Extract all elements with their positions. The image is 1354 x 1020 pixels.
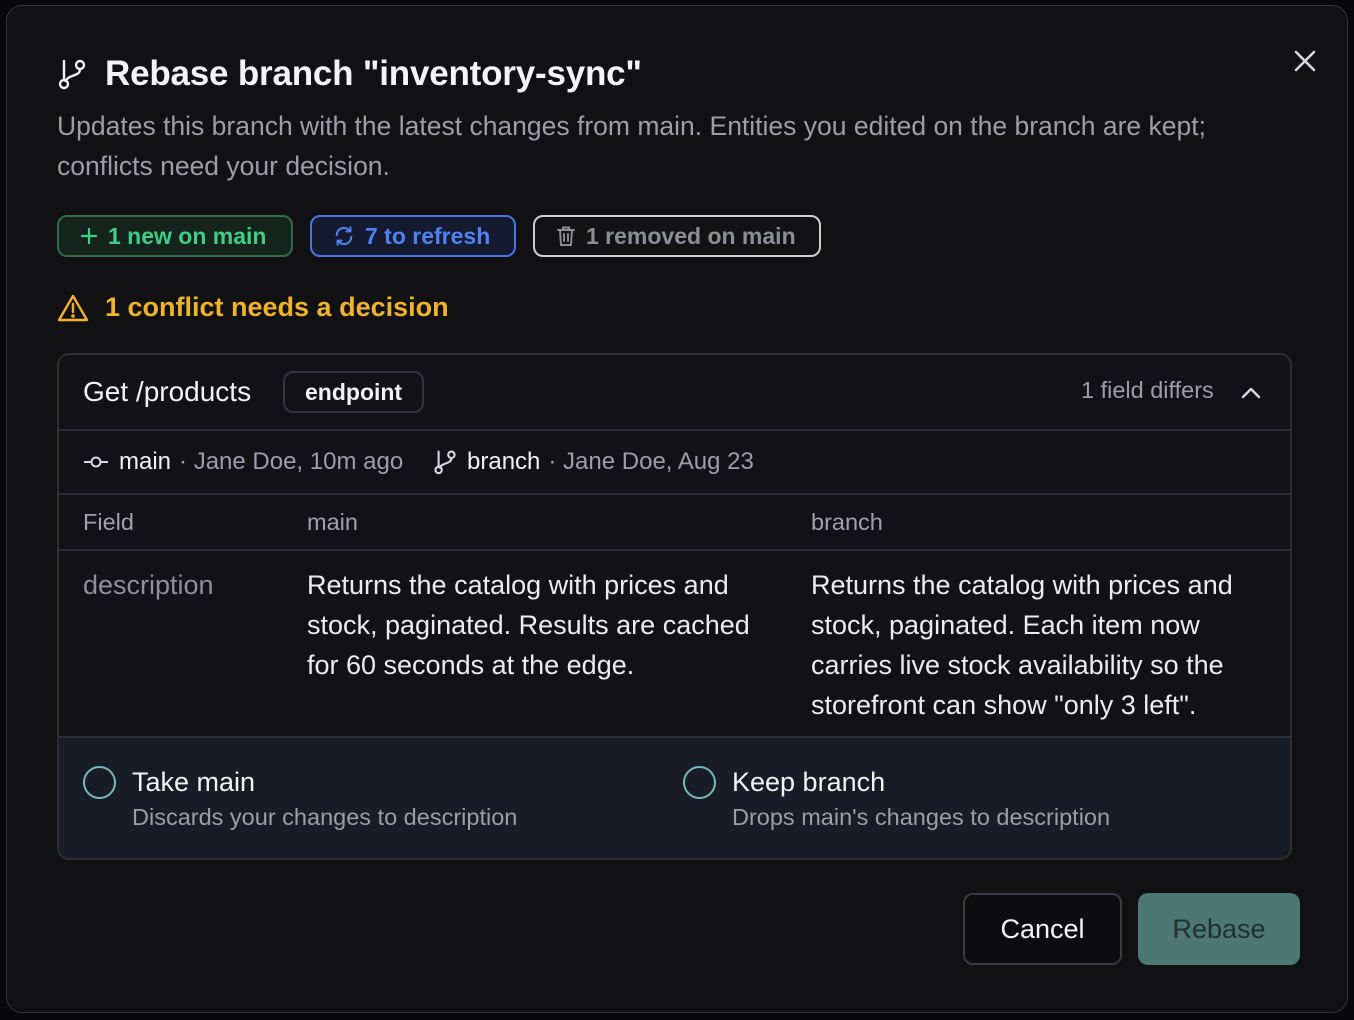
branch-meta: branch · Jane Doe, Aug 23 (433, 448, 754, 476)
keep-branch-radio[interactable] (683, 766, 716, 799)
take-main-description: Discards your changes to description (132, 804, 518, 830)
warning-icon (57, 294, 89, 321)
conflict-card: Get /products endpoint 1 field differs m… (57, 353, 1292, 860)
conflict-warning: 1 conflict needs a decision (57, 292, 449, 323)
diff-main-value: Returns the catalog with prices and stoc… (307, 570, 750, 680)
diff-field-name: description (83, 570, 214, 600)
trash-icon (557, 226, 575, 246)
git-branch-icon (434, 450, 456, 475)
main-meta-author: · Jane Doe, 10m ago (179, 448, 404, 475)
entity-name: Get /products (83, 376, 252, 407)
to-refresh-chip[interactable]: 7 to refresh (310, 215, 516, 257)
close-button[interactable] (1286, 42, 1324, 80)
main-meta: main · Jane Doe, 10m ago (83, 448, 403, 476)
table-header-row: Field main branch (59, 495, 1290, 551)
entity-type-badge: endpoint (283, 371, 425, 413)
dialog-subtitle: Updates this branch with the latest chan… (57, 111, 1206, 181)
take-main-option[interactable]: Take main Discards your changes to descr… (83, 764, 517, 831)
collapse-button[interactable] (1234, 377, 1268, 409)
version-meta-row: main · Jane Doe, 10m ago branch · Jane D… (59, 431, 1290, 495)
branch-meta-label: branch (467, 448, 541, 475)
dialog-header: Rebase branch "inventory-sync" (57, 52, 642, 96)
cancel-button[interactable]: Cancel (963, 893, 1122, 965)
take-main-radio[interactable] (83, 766, 116, 799)
removed-on-main-label: 1 removed on main (586, 222, 796, 249)
resolution-options: Take main Discards your changes to descr… (59, 736, 1290, 858)
warning-text: 1 conflict needs a decision (105, 292, 449, 322)
rebase-button[interactable]: Rebase (1138, 893, 1300, 965)
new-on-main-chip[interactable]: 1 new on main (57, 215, 293, 257)
branch-meta-author: · Jane Doe, Aug 23 (548, 448, 754, 475)
keep-branch-description: Drops main's changes to description (732, 804, 1111, 830)
column-header-main: main (307, 509, 358, 535)
dialog-title: Rebase branch "inventory-sync" (105, 54, 642, 93)
new-on-main-label: 1 new on main (108, 222, 267, 249)
main-meta-label: main (119, 448, 172, 475)
commit-icon (84, 456, 108, 468)
removed-on-main-chip[interactable]: 1 removed on main (533, 215, 821, 257)
conflict-card-header[interactable]: Get /products endpoint 1 field differs (59, 355, 1290, 431)
chevron-up-icon (1241, 387, 1261, 399)
keep-branch-option[interactable]: Keep branch Drops main's changes to desc… (683, 764, 1110, 831)
git-branch-icon (58, 59, 86, 90)
rebase-dialog: Rebase branch "inventory-sync" Updates t… (6, 5, 1348, 1013)
close-icon (1294, 50, 1316, 72)
field-differs-count: 1 field differs (1081, 377, 1214, 403)
take-main-title: Take main (132, 767, 256, 797)
column-header-branch: branch (811, 509, 883, 535)
keep-branch-title: Keep branch (732, 767, 886, 797)
column-header-field: Field (83, 509, 134, 535)
plus-icon (80, 227, 98, 245)
refresh-icon (335, 226, 353, 246)
to-refresh-label: 7 to refresh (365, 222, 491, 249)
change-summary: 1 new on main 7 to refresh 1 removed on … (57, 215, 821, 257)
diff-branch-value: Returns the catalog with prices and stoc… (811, 570, 1233, 720)
